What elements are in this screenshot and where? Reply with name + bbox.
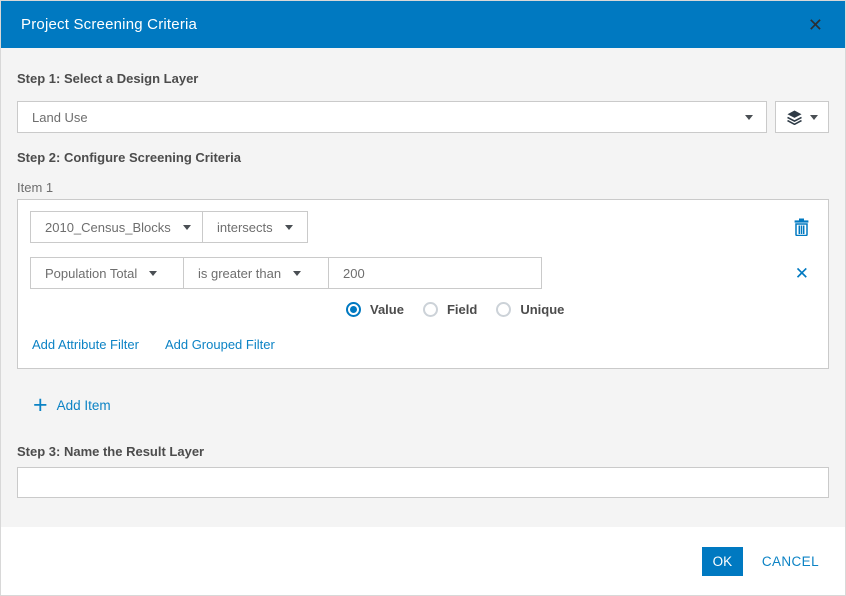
- dialog-content: Step 1: Select a Design Layer Land Use S…: [1, 48, 845, 527]
- radio-value[interactable]: [346, 302, 361, 317]
- attribute-filter-row: Population Total is greater than ✕: [30, 257, 816, 289]
- ok-button[interactable]: OK: [701, 546, 743, 576]
- spatial-criteria-group: 2010_Census_Blocks intersects: [30, 211, 308, 243]
- criteria-layer-select[interactable]: 2010_Census_Blocks: [31, 212, 202, 242]
- close-icon[interactable]: ✕: [806, 14, 825, 36]
- radio-value-label: Value: [370, 302, 404, 317]
- remove-filter-icon[interactable]: ✕: [795, 265, 809, 282]
- project-screening-dialog: Project Screening Criteria ✕ Step 1: Sel…: [0, 0, 846, 596]
- attribute-filter-group: Population Total is greater than: [30, 257, 542, 289]
- spatial-operator-value: intersects: [217, 219, 273, 235]
- add-attribute-filter-link[interactable]: Add Attribute Filter: [32, 337, 139, 352]
- step1-label: Step 1: Select a Design Layer: [17, 71, 199, 86]
- dialog-footer: OK CANCEL: [1, 527, 845, 595]
- design-layer-value: Land Use: [32, 109, 88, 125]
- item-label: Item 1: [17, 180, 54, 195]
- spatial-criteria-row: 2010_Census_Blocks intersects: [30, 211, 816, 243]
- chevron-down-icon: [810, 114, 818, 120]
- screening-item: 2010_Census_Blocks intersects Population…: [17, 199, 829, 369]
- radio-unique-label: Unique: [520, 302, 565, 317]
- spatial-operator-select[interactable]: intersects: [202, 212, 307, 242]
- add-item-label: Add Item: [56, 397, 111, 413]
- add-item-button[interactable]: + Add Item: [33, 391, 111, 419]
- result-layer-name-input[interactable]: [17, 467, 829, 498]
- filter-field-value: Population Total: [45, 265, 138, 281]
- step3-label: Step 3: Name the Result Layer: [17, 444, 205, 459]
- criteria-layer-value: 2010_Census_Blocks: [45, 219, 171, 235]
- design-layer-select[interactable]: Land Use: [17, 101, 767, 133]
- filter-operator-value: is greater than: [198, 265, 282, 281]
- chevron-down-icon: [182, 224, 191, 230]
- chevron-down-icon: [293, 270, 302, 276]
- filter-operator-select[interactable]: is greater than: [183, 258, 328, 288]
- chevron-down-icon: [149, 270, 158, 276]
- chevron-down-icon: [745, 114, 753, 120]
- dialog-title: Project Screening Criteria: [21, 16, 198, 33]
- radio-unique[interactable]: [496, 302, 512, 317]
- filter-value-input[interactable]: [328, 258, 541, 288]
- layers-icon: [787, 110, 802, 125]
- trash-icon: [794, 218, 809, 236]
- delete-item-button[interactable]: [794, 218, 809, 236]
- filter-links-row: Add Attribute Filter Add Grouped Filter: [30, 337, 816, 352]
- value-type-radio-group: Value Field Unique: [346, 302, 816, 317]
- dialog-header: Project Screening Criteria ✕: [1, 1, 845, 48]
- step2-label: Step 2: Configure Screening Criteria: [17, 150, 241, 165]
- plus-icon: +: [33, 391, 48, 419]
- cancel-button[interactable]: CANCEL: [762, 554, 819, 569]
- layers-dropdown-button[interactable]: [775, 101, 829, 133]
- filter-field-select[interactable]: Population Total: [31, 258, 183, 288]
- step1-row: Land Use: [17, 101, 829, 133]
- radio-field[interactable]: [422, 302, 438, 317]
- chevron-down-icon: [284, 224, 293, 230]
- radio-field-label: Field: [446, 302, 478, 317]
- add-grouped-filter-link[interactable]: Add Grouped Filter: [165, 337, 275, 352]
